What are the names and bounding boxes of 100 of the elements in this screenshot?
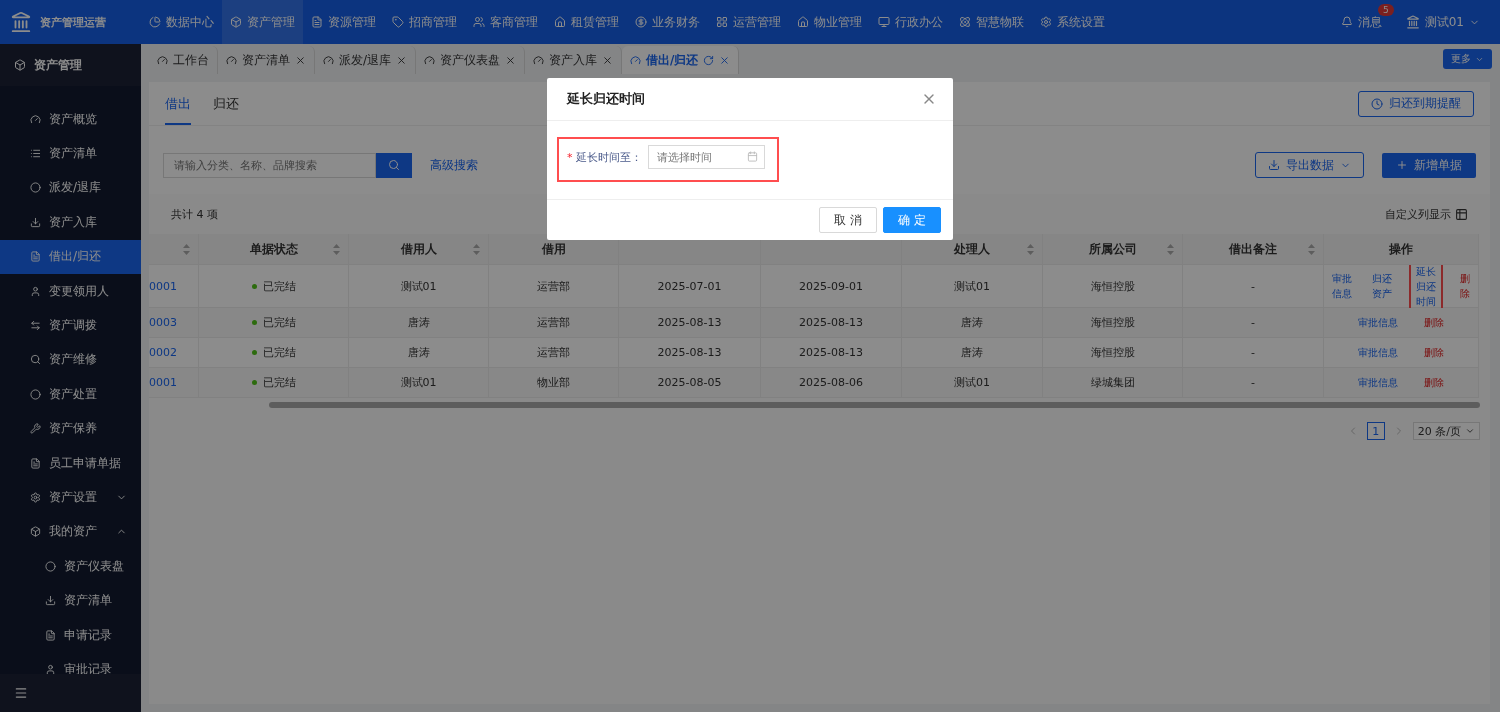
table-cell: 2025-08-05: [619, 368, 761, 398]
action-link[interactable]: 审批信息: [1356, 343, 1400, 362]
sub-tab[interactable]: 归还: [213, 95, 239, 125]
page-tab[interactable]: 派发/退库: [315, 46, 417, 74]
sidebar-item[interactable]: 我的资产: [0, 514, 141, 550]
cancel-button[interactable]: 取 消: [819, 207, 878, 233]
menu-icon[interactable]: [14, 686, 28, 700]
more-button[interactable]: 更多: [1443, 49, 1492, 69]
dialog-title: 延长归还时间: [567, 90, 645, 108]
nav-item[interactable]: 业务财务: [627, 0, 708, 44]
close-icon[interactable]: [719, 54, 731, 66]
column-header: 处理人: [954, 240, 990, 258]
page-tab[interactable]: 工作台: [149, 46, 218, 74]
advanced-search-link[interactable]: 高级搜索: [430, 156, 478, 174]
search-field[interactable]: 请输入分类、名称、品牌搜索: [163, 152, 376, 178]
document-icon: [30, 251, 41, 263]
refresh-icon[interactable]: [703, 54, 715, 66]
sort-icon[interactable]: [333, 244, 340, 255]
nav-item[interactable]: 运营管理: [708, 0, 789, 44]
nav-item[interactable]: 租赁管理: [546, 0, 627, 44]
user-menu[interactable]: 测试01: [1405, 13, 1480, 31]
sidebar-item[interactable]: 资产设置: [0, 480, 141, 515]
scrollbar[interactable]: [269, 402, 1480, 408]
house-icon: [797, 16, 809, 28]
delete-link[interactable]: 删除: [1422, 343, 1446, 362]
action-link[interactable]: 归还资产: [1369, 269, 1395, 303]
nav-item[interactable]: 资源管理: [303, 0, 384, 44]
close-icon[interactable]: [505, 54, 517, 66]
nav-item[interactable]: 行政办公: [870, 0, 951, 44]
sidebar-item[interactable]: 申请记录: [0, 617, 141, 653]
gauge-icon: [630, 54, 642, 66]
sort-icon[interactable]: [1027, 244, 1034, 255]
close-icon[interactable]: [602, 54, 614, 66]
table-cell: -: [1183, 368, 1324, 398]
messages-button[interactable]: 消息: [1340, 13, 1382, 31]
bell-icon: [1340, 16, 1353, 28]
action-link[interactable]: 审批信息: [1356, 373, 1400, 392]
delete-link[interactable]: 删除: [1457, 269, 1473, 303]
sidebar-item[interactable]: 派发/退库: [0, 170, 141, 206]
close-icon[interactable]: [396, 54, 408, 66]
confirm-button[interactable]: 确 定: [883, 207, 941, 233]
total-count: 共计 4 项: [171, 206, 218, 222]
sidebar-item[interactable]: 资产调拨: [0, 308, 141, 343]
nav-item[interactable]: 客商管理: [465, 0, 546, 44]
nav-item[interactable]: 物业管理: [789, 0, 870, 44]
delete-link[interactable]: 删除: [1422, 313, 1446, 332]
page-button[interactable]: 1: [1366, 422, 1385, 440]
status-text: 已完结: [262, 315, 296, 330]
sidebar-title: 资产管理: [0, 44, 141, 86]
date-field[interactable]: 请选择时间: [648, 145, 765, 169]
sidebar-item[interactable]: 资产仪表盘: [0, 549, 141, 584]
download-icon: [1268, 159, 1280, 171]
sidebar-item[interactable]: 资产保养: [0, 411, 141, 446]
transfer-icon: [30, 320, 41, 332]
reminder-button[interactable]: 归还到期提醒: [1358, 90, 1474, 117]
id-cell: 0002: [149, 338, 199, 368]
download-icon: [45, 595, 56, 607]
delete-link[interactable]: 删除: [1422, 373, 1446, 392]
page-tab[interactable]: 资产清单: [218, 46, 315, 74]
sort-icon[interactable]: [183, 244, 190, 255]
status-text: 已完结: [262, 278, 296, 294]
page-size-select[interactable]: 20 条/页: [1412, 422, 1480, 440]
bank-icon: [1405, 15, 1420, 29]
sidebar-item[interactable]: 资产维修: [0, 342, 141, 378]
column-header: 借用: [541, 240, 566, 258]
sort-icon[interactable]: [473, 244, 480, 255]
search-button[interactable]: [376, 152, 412, 178]
sidebar-item[interactable]: 资产概览: [0, 102, 141, 137]
table-cell: 海恒控股: [1043, 265, 1183, 308]
page-tab[interactable]: 借出/归还: [622, 46, 740, 74]
nav-item[interactable]: 数据中心: [141, 0, 222, 44]
nav-item[interactable]: 招商管理: [384, 0, 465, 44]
action-link[interactable]: 审批信息: [1329, 269, 1355, 303]
cube-icon: [230, 16, 242, 28]
close-icon[interactable]: [295, 54, 306, 66]
sidebar-item[interactable]: 资产清单: [0, 583, 141, 618]
nav-item[interactable]: 智慧物联: [951, 0, 1032, 44]
gauge-icon: [424, 54, 436, 66]
sidebar-item[interactable]: 员工申请单据: [0, 445, 141, 481]
sort-icon[interactable]: [1167, 244, 1174, 255]
sidebar-item[interactable]: 审批记录: [0, 652, 141, 674]
export-button[interactable]: 导出数据: [1255, 152, 1364, 178]
sidebar-item[interactable]: 资产处置: [0, 377, 141, 412]
grid-icon: [716, 16, 728, 28]
table-cell: 测试01: [349, 368, 489, 398]
sidebar-item[interactable]: 资产清单: [0, 136, 141, 171]
custom-columns-button[interactable]: 自定义列显示: [1385, 206, 1468, 222]
column-header: 借出备注: [1229, 240, 1277, 258]
sidebar-item[interactable]: 借出/归还: [0, 239, 141, 274]
field-label: 延长时间至：: [576, 151, 642, 164]
users-icon: [473, 16, 485, 28]
new-button[interactable]: 新增单据: [1382, 152, 1476, 178]
action-link[interactable]: 审批信息: [1356, 313, 1400, 332]
document-icon: [45, 629, 56, 641]
notification-badge: 5: [1378, 3, 1394, 16]
nav-item[interactable]: 系统设置: [1032, 0, 1113, 44]
sidebar-item[interactable]: 资产入库: [0, 205, 141, 240]
page-tab[interactable]: 资产仪表盘: [416, 46, 526, 74]
sort-icon[interactable]: [1308, 244, 1315, 255]
table-cell: 唐涛: [349, 338, 489, 368]
